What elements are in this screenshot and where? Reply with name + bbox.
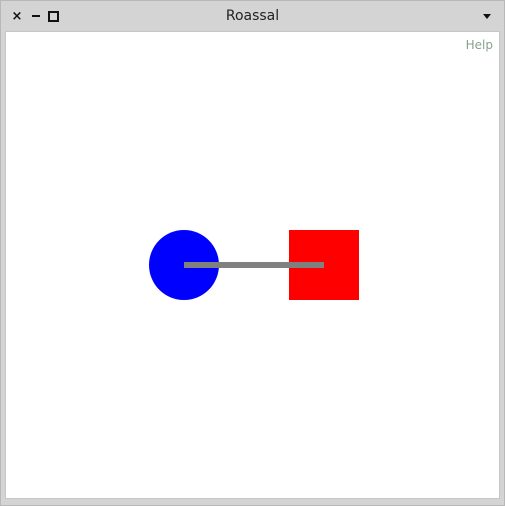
maximize-icon[interactable] — [46, 7, 60, 25]
roassal-canvas[interactable]: Help — [5, 31, 500, 499]
chevron-down-icon[interactable] — [480, 7, 494, 25]
roassal-window: × Roassal Help — [0, 0, 505, 506]
help-link[interactable]: Help — [466, 38, 493, 52]
minimize-icon[interactable] — [29, 7, 43, 25]
window-titlebar[interactable]: × Roassal — [1, 1, 504, 31]
close-icon[interactable]: × — [10, 7, 24, 25]
gray-edge-line[interactable] — [184, 262, 324, 268]
window-title: Roassal — [225, 8, 280, 24]
